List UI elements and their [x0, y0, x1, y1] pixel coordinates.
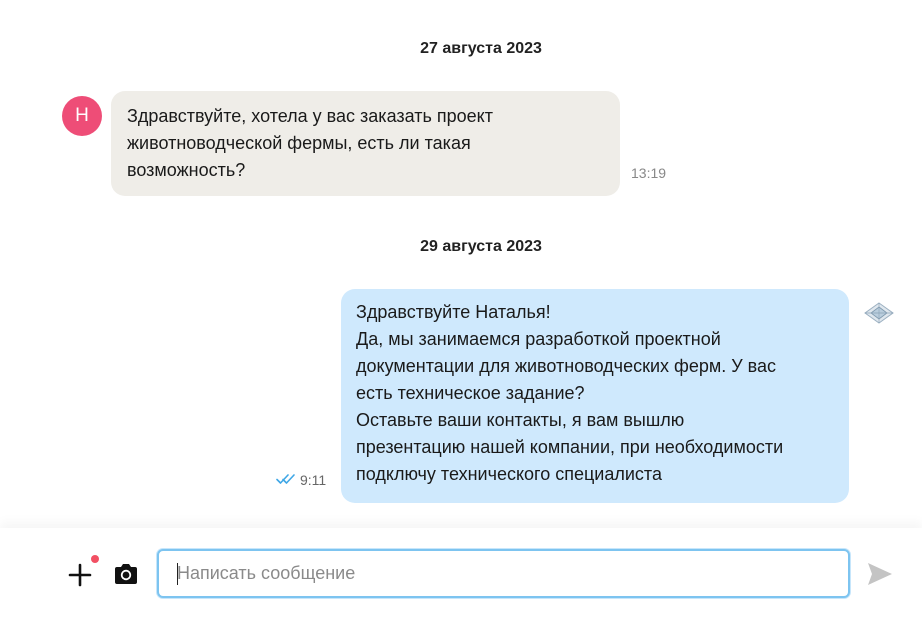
- message-line: возможность?: [127, 160, 246, 180]
- double-check-icon: [276, 474, 295, 484]
- message-line: Оставьте ваши контакты, я вам вышлю: [356, 410, 685, 430]
- message-time: 9:11: [300, 472, 327, 488]
- message-line: документации для животноводческих ферм. …: [356, 356, 777, 376]
- send-icon[interactable]: [866, 561, 894, 587]
- message-input[interactable]: [159, 551, 848, 596]
- message-line: Здравствуйте, хотела у вас заказать прое…: [127, 106, 493, 126]
- camera-icon[interactable]: [112, 560, 140, 588]
- outgoing-message-bubble: Здравствуйте Наталья! Да, мы занимаемся …: [341, 289, 849, 503]
- message-time: 13:19: [631, 165, 667, 181]
- notification-dot: [91, 555, 99, 563]
- message-line: животноводческой фермы, есть ли такая: [127, 133, 471, 153]
- date-separator: 27 августа 2023: [420, 40, 542, 57]
- message-line: Да, мы занимаемся разработкой проектной: [356, 329, 721, 349]
- company-logo-icon: [864, 302, 894, 324]
- message-line: подключу технического специалиста: [356, 464, 662, 484]
- message-line: есть техническое задание?: [356, 383, 585, 403]
- incoming-message-bubble: Здравствуйте, хотела у вас заказать прое…: [111, 91, 620, 196]
- message-line: презентацию нашей компании, при необходи…: [356, 437, 784, 457]
- avatar[interactable]: Н: [62, 96, 102, 136]
- date-separator: 29 августа 2023: [420, 238, 542, 255]
- text-caret: [177, 563, 178, 585]
- message-input-wrapper: [157, 549, 850, 598]
- message-line: Здравствуйте Наталья!: [356, 302, 551, 322]
- plus-icon[interactable]: [66, 558, 100, 592]
